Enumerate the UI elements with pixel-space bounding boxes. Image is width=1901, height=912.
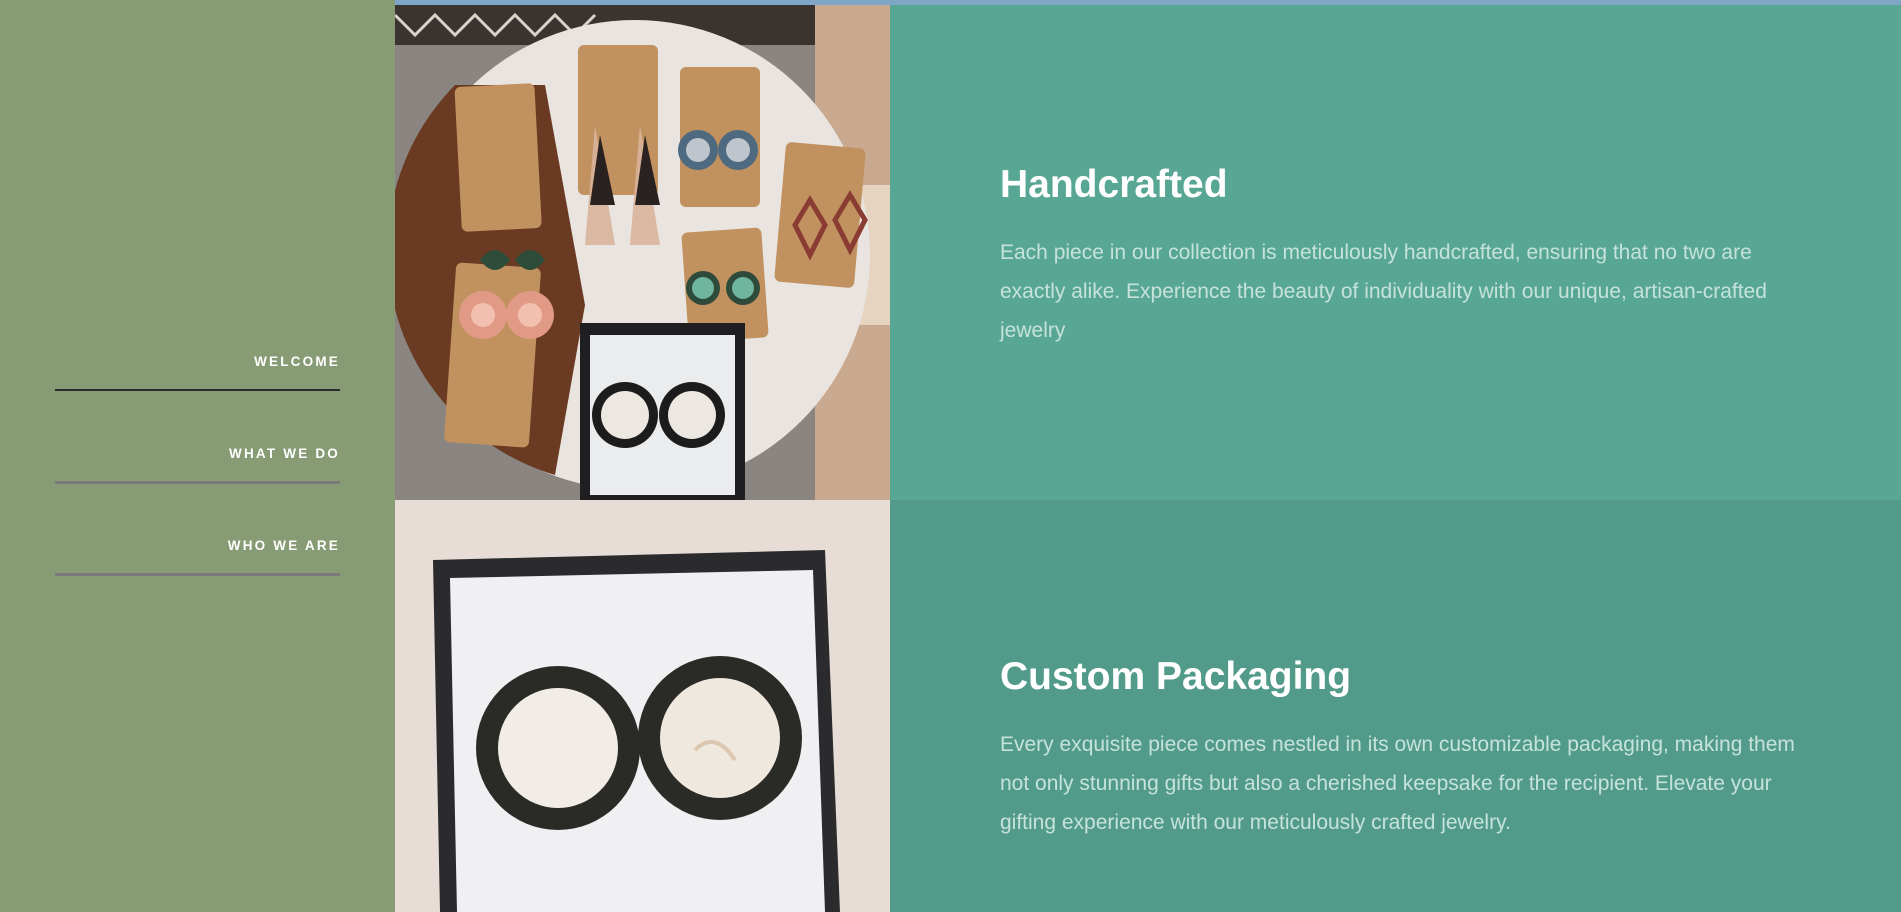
nav-item-welcome[interactable]: WELCOME bbox=[55, 348, 340, 440]
handcrafted-section: Handcrafted Each piece in our collection… bbox=[395, 5, 1901, 500]
nav-item-what-we-do[interactable]: WHAT WE DO bbox=[55, 440, 340, 532]
nav-item-label: WHO WE ARE bbox=[227, 538, 340, 553]
section-body: Each piece in our collection is meticulo… bbox=[1000, 241, 1767, 342]
side-nav: WELCOME WHAT WE DO WHO WE ARE bbox=[55, 348, 340, 624]
custom-packaging-text: Custom Packaging Every exquisite piece c… bbox=[1000, 655, 1800, 842]
nav-item-label: WELCOME bbox=[254, 354, 340, 369]
nav-underline bbox=[55, 573, 340, 576]
section-heading: Custom Packaging bbox=[1000, 655, 1352, 698]
nav-underline bbox=[55, 389, 340, 391]
nav-underline bbox=[55, 481, 340, 484]
section-heading: Handcrafted bbox=[1000, 163, 1228, 206]
section-body: Every exquisite piece comes nestled in i… bbox=[1000, 733, 1795, 834]
custom-packaging-section: Custom Packaging Every exquisite piece c… bbox=[395, 500, 1901, 912]
packaged-earrings-image bbox=[395, 500, 890, 912]
nav-item-label: WHAT WE DO bbox=[229, 446, 340, 461]
earrings-collection-image bbox=[395, 5, 890, 500]
handcrafted-text: Handcrafted Each piece in our collection… bbox=[1000, 163, 1800, 350]
sidebar: WELCOME WHAT WE DO WHO WE ARE bbox=[0, 0, 395, 912]
nav-item-who-we-are[interactable]: WHO WE ARE bbox=[55, 532, 340, 624]
